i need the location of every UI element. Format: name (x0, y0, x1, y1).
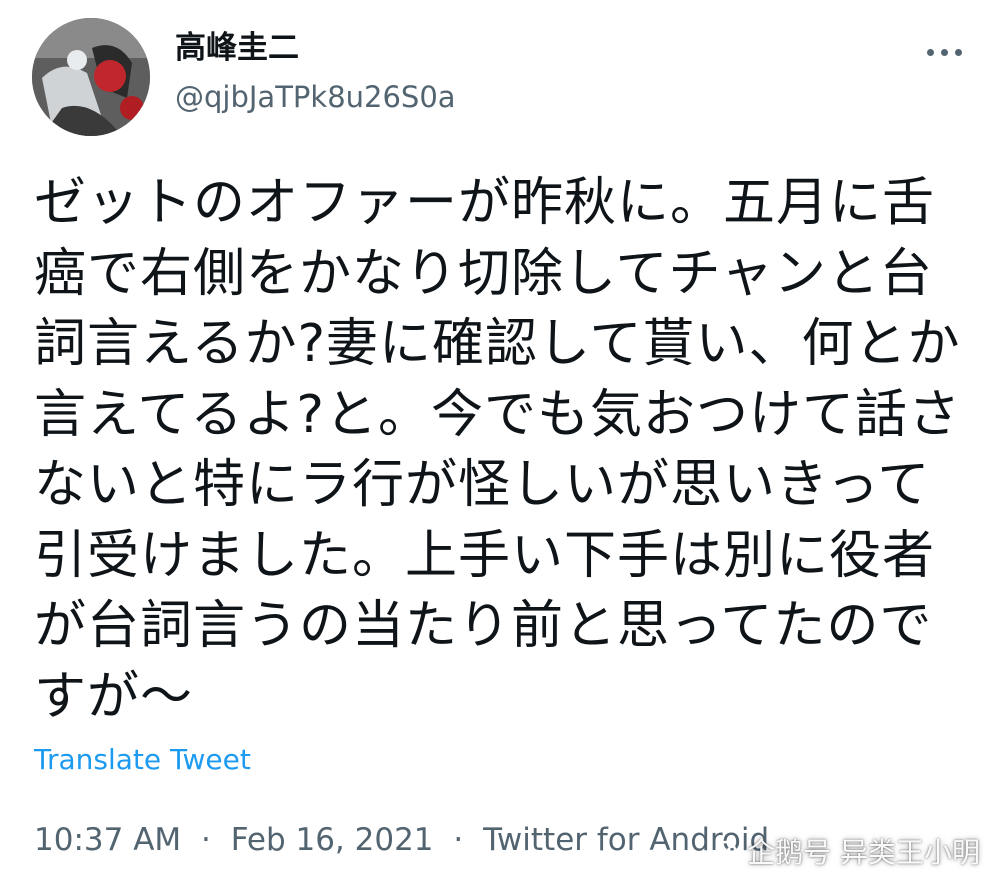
more-options-button[interactable] (918, 36, 970, 68)
more-horizontal-icon-dot (940, 48, 948, 56)
more-horizontal-icon-dot (954, 48, 962, 56)
display-name[interactable]: 高峰圭二 (175, 30, 299, 66)
user-handle[interactable]: @qjbJaTPk8u26S0a (175, 80, 456, 114)
avatar[interactable] (32, 18, 150, 136)
tweet-date[interactable]: Feb 16, 2021 (231, 820, 434, 860)
tweet-text: ゼットのオファーが昨秋に。五月に舌癌で右側をかなり切除してチャンと台詞言えるか?… (34, 173, 962, 727)
tweet-metadata: 10:37 AM · Feb 16, 2021 · Twitter for An… (34, 820, 769, 860)
meta-separator: · (453, 822, 464, 858)
more-horizontal-icon (926, 48, 934, 56)
translate-tweet-link[interactable]: Translate Tweet (34, 742, 251, 778)
watermark: 企鹅号 异类王小明 (711, 836, 980, 870)
tweet-time[interactable]: 10:37 AM (34, 820, 181, 860)
meta-separator: · (201, 822, 211, 858)
penguin-logo-icon (714, 840, 738, 868)
watermark-text: 企鹅号 异类王小明 (747, 836, 980, 869)
avatar-image (32, 18, 150, 136)
